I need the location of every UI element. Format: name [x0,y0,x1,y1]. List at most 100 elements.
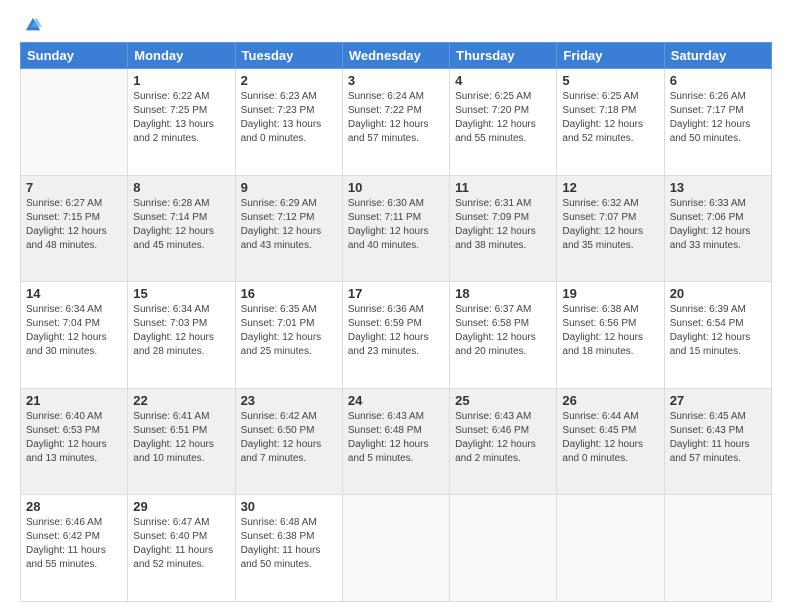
day-number: 7 [26,180,122,195]
day-number: 9 [241,180,337,195]
calendar-cell: 3Sunrise: 6:24 AMSunset: 7:22 PMDaylight… [342,69,449,176]
day-number: 18 [455,286,551,301]
calendar-cell [450,495,557,602]
calendar-cell: 23 Sunrise: 6:42 AMSunset: 6:50 PMDayligh… [235,388,342,495]
day-info: Sunrise: 6:27 AMSunset: 7:15 PMDaylight:… [26,197,122,253]
calendar-cell: 24 Sunrise: 6:43 AMSunset: 6:48 PMDayligh… [342,388,449,495]
calendar-cell: 20 Sunrise: 6:39 AMSunset: 6:54 PMDayligh… [664,282,771,389]
day-info: Sunrise: 6:33 AMSunset: 7:06 PMDaylight:… [670,197,766,253]
day-number: 23 [241,393,337,408]
calendar-cell: 29 Sunrise: 6:47 AMSunset: 6:40 PMDayligh… [128,495,235,602]
calendar-cell: 1Sunrise: 6:22 AMSunset: 7:25 PMDaylight… [128,69,235,176]
day-info: Sunrise: 6:34 AMSunset: 7:04 PMDaylight:… [26,303,122,359]
weekday-header: Friday [557,43,664,69]
day-info: Sunrise: 6:46 AMSunset: 6:42 PMDaylight:… [26,516,122,572]
calendar-cell [664,495,771,602]
day-info: Sunrise: 6:31 AMSunset: 7:09 PMDaylight:… [455,197,551,253]
day-info: Sunrise: 6:42 AMSunset: 6:50 PMDaylight:… [241,410,337,466]
day-info: Sunrise: 6:40 AMSunset: 6:53 PMDaylight:… [26,410,122,466]
day-info: Sunrise: 6:23 AMSunset: 7:23 PMDaylight:… [241,90,337,146]
weekday-header: Monday [128,43,235,69]
calendar-week-row: 1Sunrise: 6:22 AMSunset: 7:25 PMDaylight… [21,69,772,176]
calendar-cell: 28 Sunrise: 6:46 AMSunset: 6:42 PMDayligh… [21,495,128,602]
calendar-cell: 8Sunrise: 6:28 AMSunset: 7:14 PMDaylight… [128,175,235,282]
day-number: 30 [241,499,337,514]
calendar-cell [557,495,664,602]
calendar-cell: 2 Sunrise: 6:23 AMSunset: 7:23 PMDaylight… [235,69,342,176]
calendar-cell: 16 Sunrise: 6:35 AMSunset: 7:01 PMDayligh… [235,282,342,389]
day-info: Sunrise: 6:39 AMSunset: 6:54 PMDaylight:… [670,303,766,359]
day-info: Sunrise: 6:34 AMSunset: 7:03 PMDaylight:… [133,303,229,359]
day-number: 6 [670,73,766,88]
day-number: 27 [670,393,766,408]
day-number: 22 [133,393,229,408]
day-info: Sunrise: 6:29 AMSunset: 7:12 PMDaylight:… [241,197,337,253]
calendar-cell: 13 Sunrise: 6:33 AMSunset: 7:06 PMDayligh… [664,175,771,282]
weekday-header: Saturday [664,43,771,69]
day-number: 28 [26,499,122,514]
calendar-cell: 6 Sunrise: 6:26 AMSunset: 7:17 PMDaylight… [664,69,771,176]
calendar-cell: 17 Sunrise: 6:36 AMSunset: 6:59 PMDayligh… [342,282,449,389]
calendar-cell: 18 Sunrise: 6:37 AMSunset: 6:58 PMDayligh… [450,282,557,389]
day-info: Sunrise: 6:41 AMSunset: 6:51 PMDaylight:… [133,410,229,466]
calendar-cell: 15 Sunrise: 6:34 AMSunset: 7:03 PMDayligh… [128,282,235,389]
day-number: 15 [133,286,229,301]
day-number: 17 [348,286,444,301]
day-number: 24 [348,393,444,408]
calendar-cell: 5 Sunrise: 6:25 AMSunset: 7:18 PMDaylight… [557,69,664,176]
day-number: 13 [670,180,766,195]
day-number: 25 [455,393,551,408]
calendar-cell: 26Sunrise: 6:44 AMSunset: 6:45 PMDayligh… [557,388,664,495]
day-info: Sunrise: 6:30 AMSunset: 7:11 PMDaylight:… [348,197,444,253]
day-number: 4 [455,73,551,88]
day-number: 11 [455,180,551,195]
day-number: 2 [241,73,337,88]
day-number: 14 [26,286,122,301]
day-info: Sunrise: 6:25 AMSunset: 7:20 PMDaylight:… [455,90,551,146]
calendar-cell: 27 Sunrise: 6:45 AMSunset: 6:43 PMDayligh… [664,388,771,495]
day-info: Sunrise: 6:25 AMSunset: 7:18 PMDaylight:… [562,90,658,146]
day-info: Sunrise: 6:35 AMSunset: 7:01 PMDaylight:… [241,303,337,359]
weekday-header: Thursday [450,43,557,69]
weekday-header: Wednesday [342,43,449,69]
calendar-cell: 10 Sunrise: 6:30 AMSunset: 7:11 PMDayligh… [342,175,449,282]
day-number: 12 [562,180,658,195]
weekday-header: Tuesday [235,43,342,69]
day-info: Sunrise: 6:47 AMSunset: 6:40 PMDaylight:… [133,516,229,572]
day-info: Sunrise: 6:45 AMSunset: 6:43 PMDaylight:… [670,410,766,466]
day-number: 16 [241,286,337,301]
calendar-cell: 12 Sunrise: 6:32 AMSunset: 7:07 PMDayligh… [557,175,664,282]
day-number: 3 [348,73,444,88]
calendar-cell: 21Sunrise: 6:40 AMSunset: 6:53 PMDayligh… [21,388,128,495]
day-info: Sunrise: 6:38 AMSunset: 6:56 PMDaylight:… [562,303,658,359]
day-info: Sunrise: 6:26 AMSunset: 7:17 PMDaylight:… [670,90,766,146]
day-info: Sunrise: 6:36 AMSunset: 6:59 PMDaylight:… [348,303,444,359]
calendar-cell [21,69,128,176]
calendar-header-row: SundayMondayTuesdayWednesdayThursdayFrid… [21,43,772,69]
calendar-cell: 19Sunrise: 6:38 AMSunset: 6:56 PMDayligh… [557,282,664,389]
day-info: Sunrise: 6:32 AMSunset: 7:07 PMDaylight:… [562,197,658,253]
calendar-week-row: 21Sunrise: 6:40 AMSunset: 6:53 PMDayligh… [21,388,772,495]
weekday-header: Sunday [21,43,128,69]
calendar-cell: 11 Sunrise: 6:31 AMSunset: 7:09 PMDayligh… [450,175,557,282]
day-number: 5 [562,73,658,88]
calendar-cell: 22 Sunrise: 6:41 AMSunset: 6:51 PMDayligh… [128,388,235,495]
day-number: 29 [133,499,229,514]
calendar-table: SundayMondayTuesdayWednesdayThursdayFrid… [20,42,772,602]
day-info: Sunrise: 6:43 AMSunset: 6:48 PMDaylight:… [348,410,444,466]
calendar-cell: 30 Sunrise: 6:48 AMSunset: 6:38 PMDayligh… [235,495,342,602]
day-info: Sunrise: 6:28 AMSunset: 7:14 PMDaylight:… [133,197,229,253]
day-info: Sunrise: 6:43 AMSunset: 6:46 PMDaylight:… [455,410,551,466]
calendar-week-row: 7 Sunrise: 6:27 AMSunset: 7:15 PMDaylight… [21,175,772,282]
day-number: 20 [670,286,766,301]
day-info: Sunrise: 6:37 AMSunset: 6:58 PMDaylight:… [455,303,551,359]
day-number: 10 [348,180,444,195]
day-info: Sunrise: 6:22 AMSunset: 7:25 PMDaylight:… [133,90,229,146]
page-header [20,16,772,34]
day-info: Sunrise: 6:48 AMSunset: 6:38 PMDaylight:… [241,516,337,572]
calendar-cell [342,495,449,602]
calendar-cell: 4 Sunrise: 6:25 AMSunset: 7:20 PMDaylight… [450,69,557,176]
calendar-cell: 9 Sunrise: 6:29 AMSunset: 7:12 PMDaylight… [235,175,342,282]
calendar-cell: 7 Sunrise: 6:27 AMSunset: 7:15 PMDaylight… [21,175,128,282]
logo [20,16,42,34]
